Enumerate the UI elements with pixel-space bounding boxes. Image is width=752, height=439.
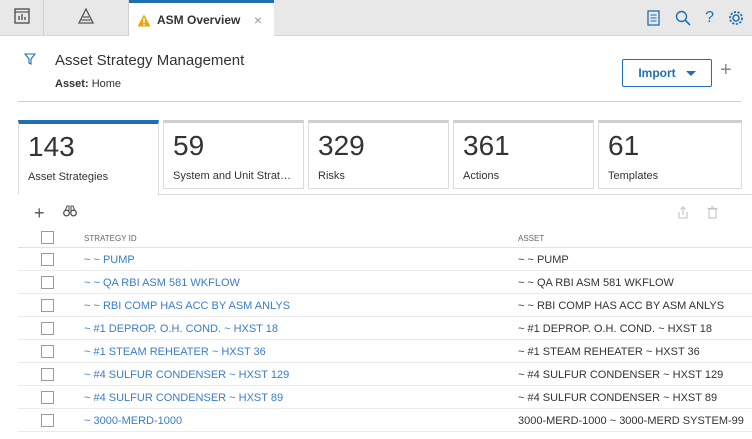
row-checkbox[interactable] <box>41 299 54 312</box>
card-label: Asset Strategies <box>28 171 109 183</box>
row-checkbox[interactable] <box>41 368 54 381</box>
asset-cell: ~ #4 SULFUR CONDENSER ~ HXST 129 <box>518 369 724 381</box>
grid-toolbar: + <box>34 204 77 222</box>
strategy-id-link[interactable]: ~ ~ RBI COMP HAS ACC BY ASM ANLYS <box>84 300 290 312</box>
asset-value: Home <box>91 78 122 90</box>
row-checkbox[interactable] <box>41 391 54 404</box>
table-row: ~ #4 SULFUR CONDENSER ~ HXST 89 ~ #4 SUL… <box>18 387 752 409</box>
import-button-label: Import <box>638 66 676 80</box>
card-actions[interactable]: 361 Actions <box>453 120 594 189</box>
add-strategy-button[interactable]: + <box>720 60 732 80</box>
notes-icon[interactable] <box>647 10 661 26</box>
select-all-checkbox[interactable] <box>41 231 54 244</box>
dashboard-icon <box>13 7 30 29</box>
strategy-id-link[interactable]: ~ #1 STEAM REHEATER ~ HXST 36 <box>84 346 266 358</box>
asset-cell: 3000-MERD-1000 ~ 3000-MERD SYSTEM-99 <box>518 415 744 427</box>
row-checkbox[interactable] <box>41 345 54 358</box>
row-checkbox[interactable] <box>41 276 54 289</box>
card-count: 59 <box>173 130 205 161</box>
tab-title: ASM Overview <box>157 13 241 27</box>
top-right-toolbar: ? <box>647 0 744 36</box>
search-icon[interactable] <box>675 10 691 26</box>
asset-cell: ~ ~ PUMP <box>518 254 569 266</box>
add-row-button[interactable]: + <box>34 204 45 222</box>
pyramid-icon <box>77 7 95 29</box>
strategy-id-link[interactable]: ~ #4 SULFUR CONDENSER ~ HXST 89 <box>84 392 283 404</box>
asset-cell: ~ ~ RBI COMP HAS ACC BY ASM ANLYS <box>518 300 725 312</box>
import-button[interactable]: Import <box>622 59 712 87</box>
filter-icon[interactable] <box>23 52 37 70</box>
table-row: ~ 3000-MERD-1000 3000-MERD-1000 ~ 3000-M… <box>18 410 752 432</box>
row-checkbox[interactable] <box>41 414 54 427</box>
card-risks[interactable]: 329 Risks <box>308 120 449 189</box>
card-label: Templates <box>608 170 659 182</box>
strategy-id-link[interactable]: ~ ~ QA RBI ASM 581 WKFLOW <box>84 277 240 289</box>
row-checkbox[interactable] <box>41 322 54 335</box>
chevron-down-icon <box>685 70 696 76</box>
card-label: Risks <box>318 170 345 182</box>
top-tab-bar: ASM Overview × ? <box>0 0 752 37</box>
asset-label: Asset: <box>55 78 89 90</box>
grid-header: STRATEGY ID ASSET <box>18 228 752 248</box>
strategy-id-link[interactable]: ~ #4 SULFUR CONDENSER ~ HXST 129 <box>84 369 289 381</box>
strategy-id-link[interactable]: ~ ~ PUMP <box>84 254 135 266</box>
help-icon[interactable]: ? <box>705 10 714 26</box>
table-row: ~ ~ QA RBI ASM 581 WKFLOW ~ ~ QA RBI ASM… <box>18 272 752 294</box>
asset-context: Asset: Home <box>55 78 121 90</box>
asset-cell: ~ #1 DEPROP. O.H. COND. ~ HXST 18 <box>518 323 712 335</box>
grid-actions <box>677 206 718 224</box>
gear-icon[interactable] <box>728 10 744 26</box>
row-checkbox[interactable] <box>41 253 54 266</box>
header-divider <box>18 101 741 102</box>
card-asset-strategies[interactable]: 143 Asset Strategies <box>18 120 159 195</box>
table-row: ~ ~ PUMP ~ ~ PUMP <box>18 249 752 271</box>
warning-icon <box>137 14 151 27</box>
binoculars-icon[interactable] <box>62 204 77 222</box>
column-header-strategy-id[interactable]: STRATEGY ID <box>84 234 137 243</box>
page-title: Asset Strategy Management <box>55 52 245 69</box>
table-row: ~ ~ RBI COMP HAS ACC BY ASM ANLYS ~ ~ RB… <box>18 295 752 317</box>
card-count: 61 <box>608 130 640 161</box>
card-count: 329 <box>318 130 365 161</box>
card-system-unit-strategies[interactable]: 59 System and Unit Strategi... <box>163 120 304 189</box>
column-header-asset[interactable]: ASSET <box>518 234 544 243</box>
asset-cell: ~ #4 SULFUR CONDENSER ~ HXST 89 <box>518 392 718 404</box>
strategy-id-link[interactable]: ~ #1 DEPROP. O.H. COND. ~ HXST 18 <box>84 323 278 335</box>
asset-cell: ~ ~ QA RBI ASM 581 WKFLOW <box>518 277 674 289</box>
card-count: 143 <box>28 131 75 162</box>
table-row: ~ #4 SULFUR CONDENSER ~ HXST 129 ~ #4 SU… <box>18 364 752 386</box>
card-count: 361 <box>463 130 510 161</box>
card-label: Actions <box>463 170 500 182</box>
card-label: System and Unit Strategi... <box>173 170 295 182</box>
table-row: ~ #1 DEPROP. O.H. COND. ~ HXST 18 ~ #1 D… <box>18 318 752 340</box>
close-icon[interactable]: × <box>254 12 262 28</box>
dashboard-tab[interactable] <box>0 0 44 36</box>
share-icon[interactable] <box>677 206 689 224</box>
asset-cell: ~ #1 STEAM REHEATER ~ HXST 36 <box>518 346 700 358</box>
table-row: ~ #1 STEAM REHEATER ~ HXST 36 ~ #1 STEAM… <box>18 341 752 363</box>
strategy-id-link[interactable]: ~ 3000-MERD-1000 <box>84 415 182 427</box>
card-templates[interactable]: 61 Templates <box>598 120 742 189</box>
tab-asm-overview[interactable]: ASM Overview × <box>129 0 274 37</box>
trash-icon[interactable] <box>707 206 718 224</box>
asset-hierarchy-tab[interactable] <box>44 0 129 36</box>
